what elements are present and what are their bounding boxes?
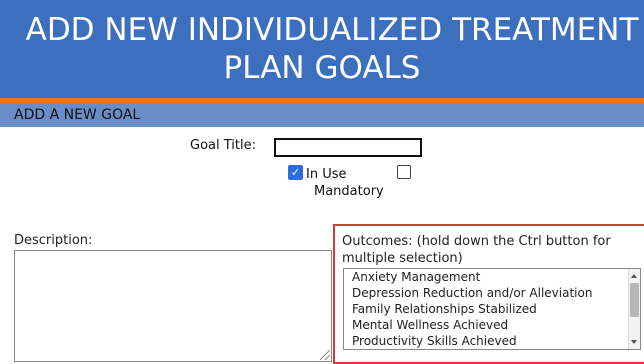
outcome-option[interactable]: Mental Wellness Achieved [352, 317, 508, 333]
mandatory-checkbox[interactable] [397, 165, 411, 179]
outcomes-label: Outcomes: (hold down the Ctrl button for… [342, 234, 611, 266]
outcome-option[interactable]: Family Relationships Stabilized [352, 301, 537, 317]
resize-handle-icon[interactable] [320, 350, 330, 360]
outcomes-scrollbar[interactable] [628, 269, 640, 349]
goal-title-input[interactable] [274, 138, 422, 157]
page-header-banner: ADD NEW INDIVIDUALIZED TREATMENT PLAN GO… [0, 0, 644, 103]
page-title-line-1: ADD NEW INDIVIDUALIZED TREATMENT [25, 12, 639, 48]
page-title-line-2: PLAN GOALS [223, 50, 421, 86]
goal-title-label: Goal Title: [190, 138, 256, 153]
checkmark-icon: ✓ [290, 166, 301, 179]
scrollbar-thumb[interactable] [630, 283, 639, 317]
description-textarea[interactable] [14, 250, 332, 362]
outcome-option[interactable]: Anxiety Management [352, 269, 480, 285]
outcomes-multiselect[interactable]: Anxiety Management Depression Reduction … [343, 268, 641, 350]
mandatory-label: Mandatory [314, 184, 384, 199]
in-use-checkbox[interactable]: ✓ [288, 165, 303, 180]
scroll-down-arrow-icon[interactable] [631, 340, 637, 344]
in-use-label: In Use [306, 167, 347, 182]
section-header: ADD A NEW GOAL [0, 103, 644, 127]
scroll-up-arrow-icon[interactable] [631, 274, 637, 278]
description-label: Description: [14, 233, 93, 248]
outcome-option[interactable]: Depression Reduction and/or Alleviation [352, 285, 592, 301]
outcome-option[interactable]: Productivity Skills Achieved [352, 333, 517, 349]
